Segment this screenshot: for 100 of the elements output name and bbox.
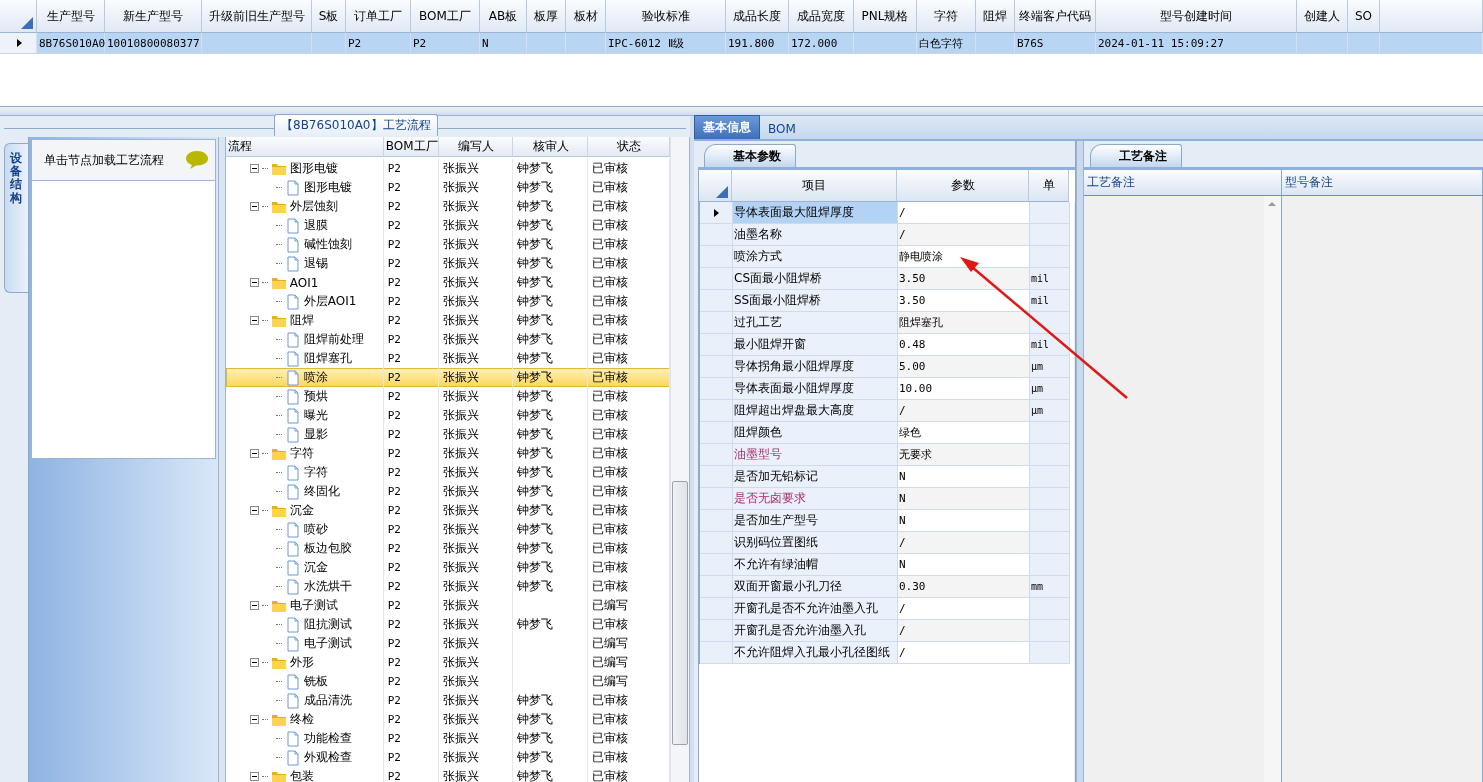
column-header[interactable]: 流程 [225,137,384,156]
tree-row[interactable]: 外观检查 P2 张振兴 钟梦飞 已审核 [225,748,670,767]
table-cell[interactable]: 导体拐角最小阻焊厚度 [733,356,898,378]
tree-row[interactable]: 喷砂 P2 张振兴 钟梦飞 已审核 [225,520,670,539]
tree-row[interactable]: 阻抗测试 P2 张振兴 钟梦飞 已审核 [225,615,670,634]
tab[interactable]: 工艺备注 [1090,144,1182,167]
tree-row[interactable]: 电子测试 P2 张振兴 已编写 [225,634,670,653]
tab[interactable]: 基本信息 [694,115,760,139]
tree-row[interactable]: AOI1 P2 张振兴 钟梦飞 已审核 [225,273,670,292]
side-tab[interactable]: 设备结构 [4,143,28,293]
tree-row[interactable]: 预烘 P2 张振兴 钟梦飞 已审核 [225,387,670,406]
tree-row[interactable]: 字符 P2 张振兴 钟梦飞 已审核 [225,463,670,482]
table-cell[interactable]: 是否加生产型号 [733,510,898,532]
tree-row[interactable]: 板边包胶 P2 张振兴 钟梦飞 已审核 [225,539,670,558]
text-area[interactable] [1084,196,1282,782]
tree-row[interactable]: 碱性蚀刻 P2 张振兴 钟梦飞 已审核 [225,235,670,254]
column-header[interactable]: 核审人 [512,137,588,156]
column-header[interactable]: 项目 [732,170,897,202]
tree-row[interactable]: 显影 P2 张振兴 钟梦飞 已审核 [225,425,670,444]
scroll-up-icon[interactable] [1268,202,1276,206]
table-cell[interactable]: 导体表面最大阻焊厚度 [733,202,898,224]
table-cell[interactable]: 油墨型号 [733,444,898,466]
column-header[interactable]: 工艺备注 [1084,170,1282,196]
splitter-bar[interactable] [217,137,226,782]
table-cell[interactable]: 识别码位置图纸 [733,532,898,554]
table-cell[interactable]: 开窗孔是否不允许油墨入孔 [733,598,898,620]
table-cell[interactable]: 开窗孔是否允许油墨入孔 [733,620,898,642]
table-cell[interactable]: 双面开窗最小孔刀径 [733,576,898,598]
collapse-icon[interactable] [249,715,259,724]
text-area[interactable] [1282,196,1483,782]
tree-row[interactable]: 铣板 P2 张振兴 已编写 [225,672,670,691]
scrollbar-thumb[interactable] [672,481,688,745]
table-cell[interactable]: 是否加无铅标记 [733,466,898,488]
collapse-icon[interactable] [249,506,259,515]
tree-row[interactable]: 外层蚀刻 P2 张振兴 钟梦飞 已审核 [225,197,670,216]
splitter-bar[interactable] [0,107,1483,116]
table-cell[interactable]: 最小阻焊开窗 [733,334,898,356]
table-cell: 钟梦飞 [516,312,553,329]
table-cell[interactable]: CS面最小阻焊桥 [733,268,898,290]
tree-row[interactable]: 终检 P2 张振兴 钟梦飞 已审核 [225,710,670,729]
table-cell[interactable]: 不允许阻焊入孔最小孔径图纸 [733,642,898,664]
column-header[interactable]: 状态 [587,137,670,156]
table-cell[interactable]: 不允许有绿油帽 [733,554,898,576]
table-cell[interactable]: 阻焊超出焊盘最大高度 [733,400,898,422]
table-cell[interactable]: 是否无卤要求 [733,488,898,510]
table-cell: 钟梦飞 [516,502,553,519]
collapse-icon[interactable] [249,278,259,287]
collapse-icon[interactable] [249,202,259,211]
table-cell: 钟梦飞 [516,426,553,443]
column-header[interactable]: 单 [1029,170,1069,202]
splitter-bar[interactable] [1076,141,1084,782]
tab[interactable]: BOM [760,119,804,139]
tree-row[interactable]: 阻焊前处理 P2 张振兴 钟梦飞 已审核 [225,330,670,349]
tree-row[interactable]: 图形电镀 P2 张振兴 钟梦飞 已审核 [225,159,670,178]
tree-row[interactable]: 退锡 P2 张振兴 钟梦飞 已审核 [225,254,670,273]
splitter-bar[interactable] [690,116,694,782]
collapse-icon[interactable] [249,772,259,781]
table-cell: 钟梦飞 [516,179,553,196]
table-cell[interactable]: 喷涂方式 [733,246,898,268]
tree-row[interactable]: 沉金 P2 张振兴 钟梦飞 已审核 [225,501,670,520]
table-cell[interactable]: 油墨名称 [733,224,898,246]
table-cell: 2024-01-11 15:09:27 [1098,36,1224,50]
table-cell: 已审核 [591,502,628,519]
tree-row[interactable]: 包装 P2 张振兴 钟梦飞 已审核 [225,767,670,782]
group-title: 【8B76S010A0】工艺流程 [274,114,438,136]
tree-row[interactable]: 退膜 P2 张振兴 钟梦飞 已审核 [225,216,670,235]
column-header[interactable]: BOM工厂 [383,137,439,156]
tree-row[interactable]: 电子测试 P2 张振兴 已编写 [225,596,670,615]
table-cell[interactable]: SS面最小阻焊桥 [733,290,898,312]
table-cell[interactable]: 阻焊颜色 [733,422,898,444]
tree-row[interactable]: 喷涂 P2 张振兴 钟梦飞 已审核 [225,368,670,387]
table-cell[interactable]: 导体表面最小阻焊厚度 [733,378,898,400]
collapse-icon[interactable] [249,601,259,610]
tree-row[interactable]: 曝光 P2 张振兴 钟梦飞 已审核 [225,406,670,425]
table-row[interactable]: 8B76S010A0 10010800080377 P2 P2 N IPC-6012 Ⅱ级 191.800 172.000 白色字符 B76S 2024-01-11 15:09:27 [0,33,1483,54]
collapse-icon[interactable] [249,316,259,325]
column-header[interactable]: 参数 [897,170,1029,202]
row-header[interactable] [700,202,733,224]
collapse-icon[interactable] [249,449,259,458]
tree-row[interactable]: 终固化 P2 张振兴 钟梦飞 已审核 [225,482,670,501]
collapse-icon[interactable] [249,164,259,173]
scrollbar[interactable] [670,137,689,782]
tree-row[interactable]: 成品清洗 P2 张振兴 钟梦飞 已审核 [225,691,670,710]
collapse-icon[interactable] [249,658,259,667]
tree-row[interactable]: 图形电镀 P2 张振兴 钟梦飞 已审核 [225,178,670,197]
tree-row[interactable]: 功能检查 P2 张振兴 钟梦飞 已审核 [225,729,670,748]
table-cell: 绿色 [898,422,1030,444]
tree-row[interactable]: 外形 P2 张振兴 已编写 [225,653,670,672]
table-cell: 张振兴 [442,236,479,253]
tab[interactable]: 基本参数 [704,144,796,167]
tree-row[interactable]: 沉金 P2 张振兴 钟梦飞 已审核 [225,558,670,577]
tree-row[interactable]: 外层AOI1 P2 张振兴 钟梦飞 已审核 [225,292,670,311]
row-indicator-icon [713,208,719,217]
tree-row[interactable]: 水洗烘干 P2 张振兴 钟梦飞 已审核 [225,577,670,596]
tree-row[interactable]: 阻焊 P2 张振兴 钟梦飞 已审核 [225,311,670,330]
table-cell[interactable]: 过孔工艺 [733,312,898,334]
table-cell: 张振兴 [442,350,479,367]
column-header[interactable]: 型号备注 [1282,170,1483,196]
column-header[interactable]: 编写人 [438,137,513,156]
tree-row[interactable]: 字符 P2 张振兴 钟梦飞 已审核 [225,444,670,463]
